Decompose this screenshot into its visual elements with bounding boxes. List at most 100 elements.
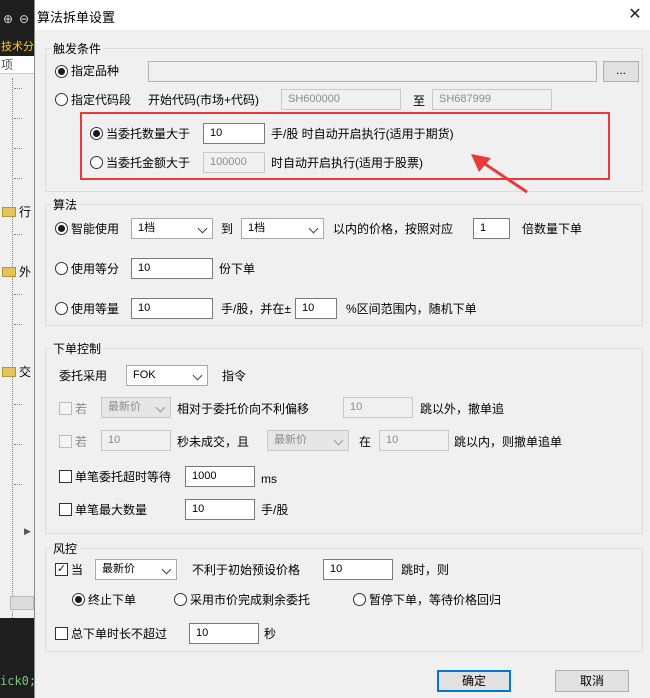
if2-checkbox[interactable]: [59, 435, 72, 448]
timeout-unit: ms: [261, 472, 277, 486]
timeout-field[interactable]: 1000: [185, 466, 255, 487]
max-qty-checkbox[interactable]: [59, 503, 72, 516]
risk-ticks-field[interactable]: 10: [323, 559, 393, 580]
tree-folder-label: 交: [19, 365, 32, 379]
if1-ticks-field[interactable]: 10: [343, 397, 413, 418]
if2-price-select[interactable]: 最新价: [267, 430, 349, 451]
equal-qty-mid: 手/股，并在±: [221, 302, 291, 316]
browse-button[interactable]: ...: [603, 61, 639, 82]
folder-icon: [2, 267, 16, 277]
chevron-down-icon: [199, 225, 207, 233]
if2-in-label: 在: [359, 435, 372, 449]
price-text: 以内的价格，按照对应: [333, 222, 454, 236]
order-type-label: 委托采用: [59, 369, 108, 383]
trigger-group-title: 触发条件: [51, 40, 104, 57]
folder-icon: [2, 207, 16, 217]
highlight-arrow-icon: [471, 154, 528, 194]
max-qty-field[interactable]: 10: [185, 499, 255, 520]
if2-suffix: 跳以内，则撤单追单: [454, 435, 563, 449]
background-app: ⊕ ⊖ 技术分 项 行 外 交 ▶ ick0;: [0, 0, 34, 698]
cancel-button[interactable]: 取消: [555, 670, 629, 692]
tree-connector: [14, 324, 22, 325]
tree-line: [12, 78, 13, 618]
smart-to-select[interactable]: 1档: [241, 218, 324, 239]
smart-to-label: 到: [221, 222, 234, 236]
code-line: ick0;: [0, 674, 34, 688]
multiple-field[interactable]: 1: [473, 218, 510, 239]
stop-order-label: 终止下单: [88, 593, 137, 607]
if2-seconds-field[interactable]: 10: [101, 430, 171, 451]
if1-text: 相对于委托价向不利偏移: [177, 402, 310, 416]
horizontal-scrollbar[interactable]: [10, 596, 34, 610]
risk-price-value: 最新价: [102, 563, 135, 575]
close-icon[interactable]: ✕: [625, 5, 645, 25]
smart-from-select[interactable]: 1档: [131, 218, 213, 239]
equal-qty-radio[interactable]: [55, 302, 68, 315]
instrument-field[interactable]: [148, 61, 597, 82]
tech-analysis-label: 技术分: [0, 38, 34, 56]
dialog-titlebar: 算法拆单设置 ✕: [35, 0, 650, 30]
equal-qty-label: 使用等量: [71, 302, 120, 316]
if2-label: 若: [75, 435, 88, 449]
order-type-select[interactable]: FOK: [126, 365, 208, 386]
column-header: 项: [0, 56, 34, 74]
smart-radio[interactable]: [55, 222, 68, 235]
equal-parts-label: 使用等分: [71, 262, 120, 276]
pause-order-label: 暂停下单，等待价格回归: [369, 593, 502, 607]
tree-folder-item[interactable]: 交: [2, 364, 32, 380]
range-suffix: %区间范围内，随机下单: [346, 302, 477, 316]
risk-when-label: 当: [71, 563, 84, 577]
risk-group-title: 风控: [51, 540, 80, 557]
if2-price-value: 最新价: [274, 434, 307, 446]
order-type-suffix: 指令: [222, 369, 247, 383]
tree-connector: [14, 88, 22, 89]
if1-checkbox[interactable]: [59, 402, 72, 415]
equal-parts-radio[interactable]: [55, 262, 68, 275]
algo-split-dialog: 算法拆单设置 ✕ 触发条件 指定品种 ... 指定代码段 开始代码(市场+代码)…: [34, 0, 650, 698]
expand-arrow-icon[interactable]: ▶: [24, 526, 31, 537]
end-code-field[interactable]: SH687999: [432, 89, 552, 110]
range-field[interactable]: 10: [295, 298, 337, 319]
pause-order-radio[interactable]: [353, 593, 366, 606]
chevron-down-icon: [310, 225, 318, 233]
zoom-in-icon[interactable]: ⊕: [1, 12, 15, 26]
smart-label: 智能使用: [71, 222, 120, 236]
tree-folder-item[interactable]: 外: [2, 264, 32, 280]
ok-button[interactable]: 确定: [437, 670, 511, 692]
equal-qty-field[interactable]: 10: [131, 298, 213, 319]
code-panel: ick0;: [0, 618, 34, 698]
if1-price-select[interactable]: 最新价: [101, 397, 171, 418]
tree-connector: [14, 178, 22, 179]
total-time-field[interactable]: 10: [189, 623, 259, 644]
stop-order-radio[interactable]: [72, 593, 85, 606]
risk-price-select[interactable]: 最新价: [95, 559, 177, 580]
if1-suffix: 跳以外，撤单追: [420, 402, 505, 416]
order-type-value: FOK: [133, 369, 156, 381]
zoom-out-icon[interactable]: ⊖: [17, 12, 31, 26]
order-control-group-title: 下单控制: [51, 340, 104, 357]
chevron-down-icon: [194, 372, 202, 380]
total-time-checkbox[interactable]: [55, 627, 68, 640]
equal-parts-field[interactable]: 10: [131, 258, 213, 279]
to-label: 至: [413, 94, 426, 108]
tree-connector: [14, 404, 22, 405]
if1-label: 若: [75, 402, 88, 416]
algorithm-group-title: 算法: [51, 196, 80, 213]
timeout-checkbox[interactable]: [59, 470, 72, 483]
tree-folder-item[interactable]: 行: [2, 204, 32, 220]
specify-code-range-label: 指定代码段: [71, 93, 132, 107]
risk-ticks-suffix: 跳时，则: [401, 563, 450, 577]
tree-connector: [14, 484, 22, 485]
if2-text: 秒未成交，且: [177, 435, 250, 449]
equal-parts-suffix: 份下单: [219, 262, 256, 276]
specify-instrument-radio[interactable]: [55, 65, 68, 78]
chevron-down-icon: [163, 566, 171, 574]
specify-code-range-radio[interactable]: [55, 93, 68, 106]
market-fill-radio[interactable]: [174, 593, 187, 606]
if2-range-field[interactable]: 10: [379, 430, 449, 451]
total-time-label: 总下单时长不超过: [71, 627, 168, 641]
risk-adverse-text: 不利于初始预设价格: [192, 563, 301, 577]
smart-to-value: 1档: [248, 222, 266, 234]
risk-when-checkbox[interactable]: ✓: [55, 563, 68, 576]
start-code-field[interactable]: SH600000: [281, 89, 401, 110]
